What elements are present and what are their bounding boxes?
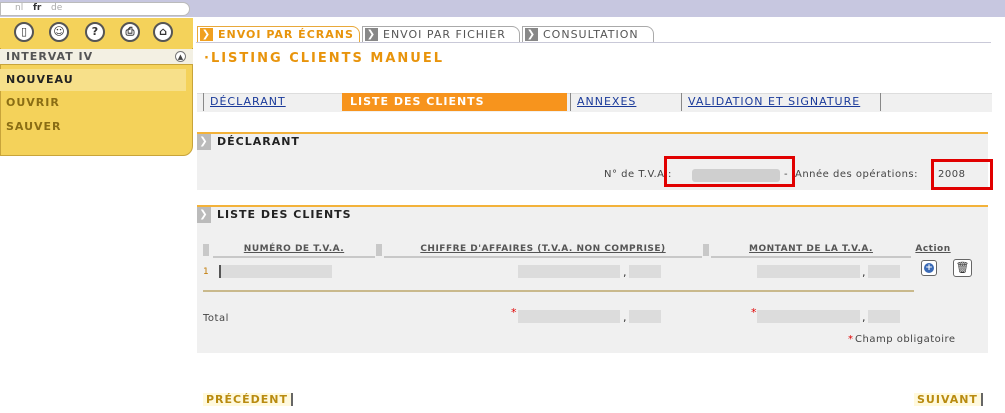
plus-icon: + [924,263,934,273]
decimal-separator: , [862,311,866,324]
clients-header: ❯ LISTE DES CLIENTS [197,207,352,223]
total-turnover-field [518,310,620,323]
user-icon[interactable]: ☺ [49,22,69,42]
decimal-separator: , [862,266,866,279]
highlight-vat-number [664,156,795,187]
decimal-separator: , [623,266,627,279]
column-separator [376,244,382,256]
next-button[interactable]: SUIVANT [914,393,983,406]
toolbar-icons: ▯ ☺ ? ⎙ ⌂ [0,18,193,48]
lang-de[interactable]: de [51,3,62,13]
chevron-right-icon: ❯ [197,207,211,223]
page-title: ·LISTING CLIENTS MANUEL [204,51,444,66]
total-vat-amount-field [757,310,860,323]
turnover-input[interactable] [518,265,620,278]
required-mark: * [751,306,757,319]
subtab-declarant[interactable]: DÉCLARANT [203,93,339,111]
sidebar-title: INTERVAT IV [6,50,94,63]
tab-divider [196,42,991,43]
column-separator [203,244,209,256]
vat-number-input[interactable] [219,265,332,278]
col-vat-amount[interactable]: MONTANT DE LA T.V.A. [711,244,911,258]
total-vat-cents-field [868,310,900,323]
help-icon[interactable]: ? [85,22,105,42]
col-turnover[interactable]: CHIFFRE D'AFFAIRES (T.V.A. NON COMPRISE) [384,244,702,258]
print-icon[interactable]: ⎙ [120,22,140,42]
tab-envoi-par-ecrans[interactable]: ❯ ENVOI PAR ÉCRANS [197,26,360,42]
tab-envoi-par-fichier[interactable]: ❯ ENVOI PAR FICHIER [362,26,520,42]
required-mark: * [511,306,517,319]
required-note-mark: * [848,334,853,345]
declarant-header: ❯ DÉCLARANT [197,134,300,150]
clients-section [197,207,988,353]
sidebar-header: INTERVAT IV ▲ [0,49,193,65]
add-row-button[interactable]: + [921,260,937,276]
trash-icon: 🗑 [955,261,970,274]
subtab-validation-et-signature[interactable]: VALIDATION ET SIGNATURE [681,93,881,111]
tab-consultation[interactable]: ❯ CONSULTATION [522,26,654,42]
total-label: Total [203,313,229,324]
row-divider [203,290,914,292]
decimal-separator: , [623,311,627,324]
total-turnover-cents-field [629,310,661,323]
highlight-year [931,159,993,190]
vat-amount-cents-input[interactable] [868,265,900,278]
col-vat-number[interactable]: NUMÉRO DE T.V.A. [213,244,375,258]
lang-fr[interactable]: fr [33,3,41,13]
row-number: 1 [203,267,209,277]
chevron-right-icon: ❯ [525,28,538,41]
sidebar-item-nouveau[interactable]: NOUVEAU [0,69,186,91]
lang-nl[interactable]: nl [15,3,23,13]
subtab-liste-des-clients[interactable]: LISTE DES CLIENTS [342,93,567,111]
tab-label: CONSULTATION [543,28,639,41]
tab-label: ENVOI PAR FICHIER [383,28,506,41]
chevron-right-icon: ❯ [200,28,213,41]
declarant-section [197,134,988,190]
vat-label: N° de T.V.A.: [604,169,672,180]
delete-row-button[interactable]: 🗑 [953,259,972,277]
door-icon[interactable]: ▯ [14,22,34,42]
col-action: Action [915,244,951,254]
chevron-right-icon: ❯ [365,28,378,41]
required-note: Champ obligatoire [855,334,956,345]
tab-label: ENVOI PAR ÉCRANS [218,28,354,41]
vat-amount-input[interactable] [757,265,860,278]
column-separator [703,244,709,256]
previous-button[interactable]: PRÉCÉDENT [203,393,293,406]
year-label: Année des opérations: [795,169,918,180]
home-icon[interactable]: ⌂ [153,22,173,42]
sidebar-item-sauver[interactable]: SAUVER [0,116,186,138]
language-selector: nl fr de [0,2,190,16]
subtab-annexes[interactable]: ANNEXES [570,93,678,111]
turnover-cents-input[interactable] [629,265,661,278]
chevron-right-icon: ❯ [197,134,211,150]
declarant-header-label: DÉCLARANT [217,135,300,148]
collapse-icon[interactable]: ▲ [175,51,186,62]
sidebar-item-ouvrir[interactable]: OUVRIR [0,92,186,114]
clients-header-label: LISTE DES CLIENTS [217,208,352,221]
